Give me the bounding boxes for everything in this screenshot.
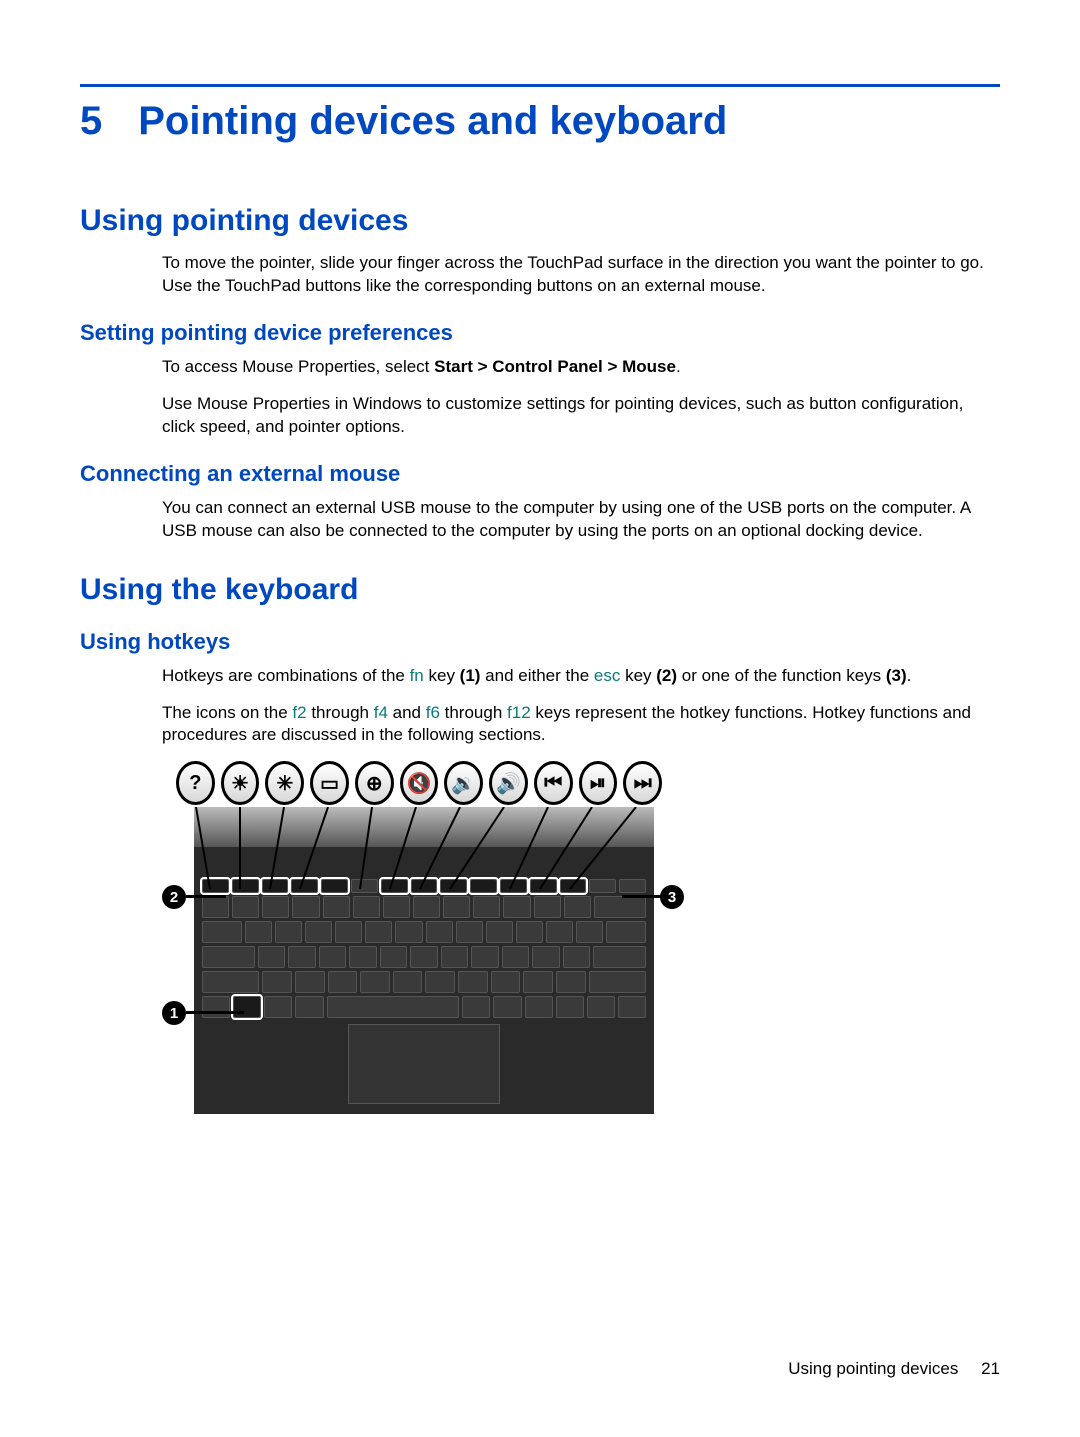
footer-section-label: Using pointing devices — [788, 1359, 958, 1378]
hotkeys-line2: The icons on the f2 through f4 and f6 th… — [162, 702, 1000, 748]
chapter-rule — [80, 84, 1000, 87]
page-footer: Using pointing devices 21 — [788, 1359, 1000, 1379]
next-track-icon: ⏭ — [623, 761, 662, 805]
fn-key-label: fn — [410, 666, 424, 685]
hk2-b: through — [307, 703, 374, 722]
f1-key — [232, 879, 259, 893]
f11-key — [530, 879, 557, 893]
volume-down-icon: 🔉 — [444, 761, 483, 805]
f3-key — [291, 879, 318, 893]
f2-label: f2 — [292, 703, 306, 722]
f8-key — [440, 879, 467, 893]
section-heading-pointing: Using pointing devices — [80, 204, 1000, 238]
hk2-d: through — [440, 703, 507, 722]
section-heading-keyboard: Using the keyboard — [80, 573, 1000, 607]
callout-3: 3 — [660, 885, 684, 909]
f4-label: f4 — [374, 703, 388, 722]
mute-icon: 🔇 — [400, 761, 439, 805]
switch-display-icon: ▭ — [310, 761, 349, 805]
keyboard-shade — [194, 807, 654, 847]
web-icon: ⊕ — [355, 761, 394, 805]
chapter-number: 5 — [80, 99, 102, 144]
f6-label: f6 — [426, 703, 440, 722]
number-row — [202, 896, 646, 918]
callout-ref-2: (2) — [656, 666, 677, 685]
prefs-access-line: To access Mouse Properties, select Start… — [162, 356, 1000, 379]
keyboard-diagram: ? ☀ ✳ ▭ ⊕ 🔇 🔉 🔊 ⏮ ⏯ ⏭ — [162, 761, 662, 1114]
home-row — [202, 946, 646, 968]
f5-key — [351, 879, 378, 893]
volume-up-icon: 🔊 — [489, 761, 528, 805]
f10-key — [500, 879, 527, 893]
qwerty-row — [202, 921, 646, 943]
f9-key — [470, 879, 497, 893]
callout-1-line — [186, 1011, 244, 1014]
esc-key — [202, 879, 229, 893]
prefs-pre: To access Mouse Properties, select — [162, 357, 434, 376]
hk1-b: key — [424, 666, 460, 685]
manual-page: 5 Pointing devices and keyboard Using po… — [0, 0, 1080, 1437]
subheading-hotkeys: Using hotkeys — [80, 629, 1000, 655]
function-key-row — [202, 879, 646, 893]
hotkeys-line1: Hotkeys are combinations of the fn key (… — [162, 665, 1000, 688]
keyboard-body: 2 3 1 — [194, 807, 654, 1114]
touchpad — [348, 1024, 500, 1104]
callout-1: 1 — [162, 1001, 186, 1025]
subheading-extmouse: Connecting an external mouse — [80, 461, 1000, 487]
bottom-letter-row — [202, 971, 646, 993]
callout-ref-3: (3) — [886, 666, 907, 685]
prefs-post: . — [676, 357, 681, 376]
callout-2-line — [186, 895, 226, 898]
prefs-body: Use Mouse Properties in Windows to custo… — [162, 393, 1000, 439]
hk1-f: . — [907, 666, 912, 685]
hotkey-icon-row: ? ☀ ✳ ▭ ⊕ 🔇 🔉 🔊 ⏮ ⏯ ⏭ — [176, 761, 662, 805]
previous-track-icon: ⏮ — [534, 761, 573, 805]
brightness-down-icon: ☀ — [221, 761, 260, 805]
callout-3-line — [622, 895, 662, 898]
f4-key — [321, 879, 348, 893]
keyboard-deck — [194, 847, 654, 1114]
hk2-a: The icons on the — [162, 703, 292, 722]
hk1-d: key — [620, 666, 656, 685]
callout-ref-1: (1) — [460, 666, 481, 685]
fn-key — [233, 996, 261, 1018]
f6-key — [381, 879, 408, 893]
chapter-title: Pointing devices and keyboard — [138, 99, 727, 144]
hk1-e: or one of the function keys — [677, 666, 886, 685]
subheading-prefs: Setting pointing device preferences — [80, 320, 1000, 346]
del-key — [619, 879, 646, 893]
f2-key — [262, 879, 289, 893]
modifier-row — [202, 996, 646, 1018]
f12-label: f12 — [507, 703, 531, 722]
hk1-a: Hotkeys are combinations of the — [162, 666, 410, 685]
chapter-heading: 5 Pointing devices and keyboard — [80, 99, 1000, 144]
help-icon: ? — [176, 761, 215, 805]
hk2-c: and — [388, 703, 426, 722]
footer-page-number: 21 — [981, 1359, 1000, 1378]
prefs-path-bold: Start > Control Panel > Mouse — [434, 357, 676, 376]
f7-key — [411, 879, 438, 893]
spacebar — [327, 996, 460, 1018]
callout-2: 2 — [162, 885, 186, 909]
extmouse-body: You can connect an external USB mouse to… — [162, 497, 1000, 543]
ins-key — [589, 879, 616, 893]
hk1-c: and either the — [480, 666, 593, 685]
f12-key — [560, 879, 587, 893]
pointing-intro: To move the pointer, slide your finger a… — [162, 252, 1000, 298]
play-pause-icon: ⏯ — [579, 761, 618, 805]
brightness-up-icon: ✳ — [265, 761, 304, 805]
esc-key-label: esc — [594, 666, 620, 685]
